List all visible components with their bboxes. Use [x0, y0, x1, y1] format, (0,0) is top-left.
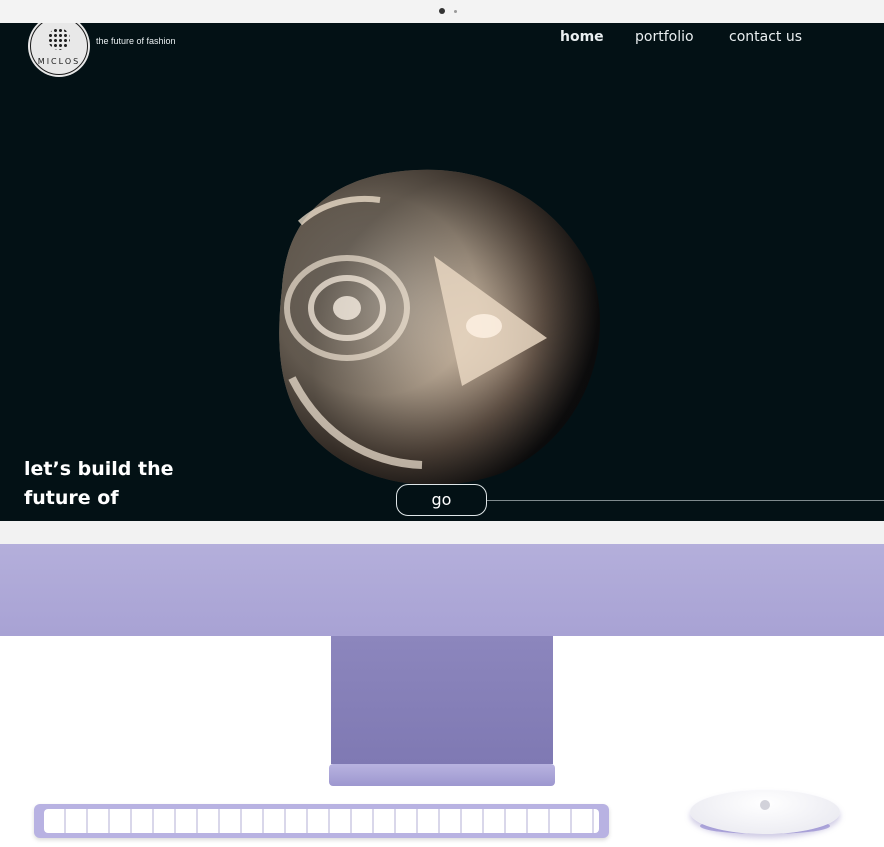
nav-home[interactable]: home: [560, 29, 604, 45]
keyboard-keys: [44, 809, 599, 833]
keyboard: [34, 804, 609, 838]
sensor-dot: [454, 10, 457, 13]
monitor-stand-foot: [329, 764, 555, 786]
logo-dots-icon: [48, 28, 70, 50]
hero-line-2: future of: [24, 487, 119, 509]
monitor-stand: [331, 636, 553, 764]
website-screen: MICLOS the future of fashion home portfo…: [0, 23, 884, 521]
nav-contact-us[interactable]: contact us: [729, 29, 802, 45]
logo-text: MICLOS: [37, 57, 81, 66]
site-tagline: the future of fashion: [96, 36, 176, 46]
miclos-logo[interactable]: MICLOS: [28, 23, 90, 77]
imac-mockup: MICLOS the future of fashion home portfo…: [0, 0, 884, 847]
screen-chin-purple: [0, 544, 884, 636]
hero-headline: let’s build the future of: [24, 455, 174, 513]
magic-mouse: [690, 790, 840, 834]
hero-sculpture-image: [279, 169, 600, 486]
top-bezel: [0, 0, 884, 23]
camera-icon: [439, 8, 445, 14]
hero-line-1: let’s build the: [24, 458, 174, 480]
apple-icon: [760, 800, 770, 810]
go-button[interactable]: go: [396, 484, 487, 516]
go-underline: [487, 500, 884, 501]
nav-portfolio[interactable]: portfolio: [635, 29, 694, 45]
screen-chin-white: [0, 521, 884, 544]
